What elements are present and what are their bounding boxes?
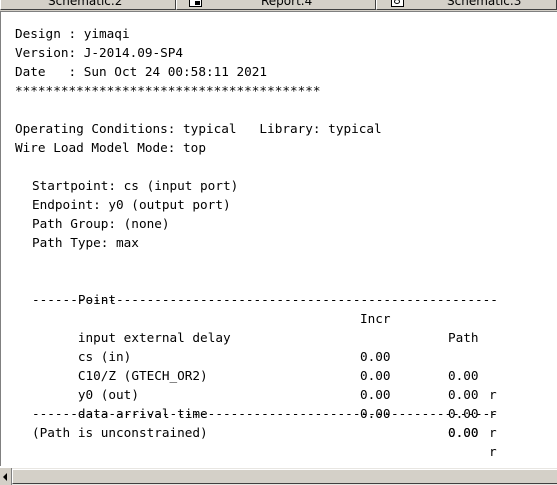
endpoint-line: Endpoint: y0 (output port) bbox=[32, 197, 231, 212]
tab-label: Schematic.2 bbox=[48, 0, 123, 8]
startpoint-line: Startpoint: cs (input port) bbox=[32, 178, 239, 193]
row-flag: r bbox=[489, 425, 497, 440]
report-icon bbox=[189, 0, 202, 7]
date-line: Date : Sun Oct 24 00:58:11 2021 bbox=[15, 64, 268, 79]
table-header-row: Point Incr Path bbox=[32, 271, 532, 345]
version-line: Version: J-2014.09-SP4 bbox=[15, 45, 184, 60]
row-flag: r bbox=[489, 444, 497, 459]
arrival-path: 0.00 bbox=[448, 425, 479, 440]
unconstrained-note: (Path is unconstrained) bbox=[32, 425, 208, 440]
horizontal-scrollbar[interactable] bbox=[0, 467, 557, 485]
tab-schematic-3[interactable]: Schematic.3 bbox=[376, 0, 557, 10]
table-row: C10/Z (GTECH_OR2) 0.00 0.00 r bbox=[32, 347, 532, 440]
scroll-thumb[interactable] bbox=[12, 469, 557, 484]
table-row: y0 (out) 0.00 0.00 r bbox=[32, 366, 532, 459]
star-separator: **************************************** bbox=[15, 83, 321, 98]
wire-load-line: Wire Load Model Mode: top bbox=[15, 140, 206, 155]
path-group-line: Path Group: (none) bbox=[32, 216, 170, 231]
table-row: input external delay 0.00 0.00 r bbox=[32, 309, 532, 402]
scroll-left-arrow-icon[interactable] bbox=[0, 468, 12, 485]
arrival-time-row: data arrival time 0.00 bbox=[32, 385, 532, 440]
path-type-line: Path Type: max bbox=[32, 235, 139, 250]
design-line: Design : yimaqi bbox=[15, 26, 130, 41]
tab-label: Report.4 bbox=[261, 0, 313, 8]
schematic-icon bbox=[391, 0, 404, 7]
tab-bar: Schematic.2 Report.4 Schematic.3 bbox=[0, 0, 557, 11]
operating-conditions-line: Operating Conditions: typical Library: t… bbox=[15, 121, 382, 136]
tab-report-4[interactable]: Report.4 bbox=[176, 0, 376, 10]
table-row: cs (in) 0.00 0.00 r bbox=[32, 328, 532, 421]
tab-schematic-2[interactable]: Schematic.2 bbox=[0, 0, 176, 10]
report-text-area[interactable]: Design : yimaqi Version: J-2014.09-SP4 D… bbox=[0, 12, 557, 466]
table-divider-bottom: ----------------------------------------… bbox=[32, 406, 498, 421]
table-divider-top: ----------------------------------------… bbox=[32, 292, 498, 307]
tab-label: Schematic.3 bbox=[447, 0, 522, 8]
report-window: Schematic.2 Report.4 Schematic.3 Design … bbox=[0, 0, 557, 485]
